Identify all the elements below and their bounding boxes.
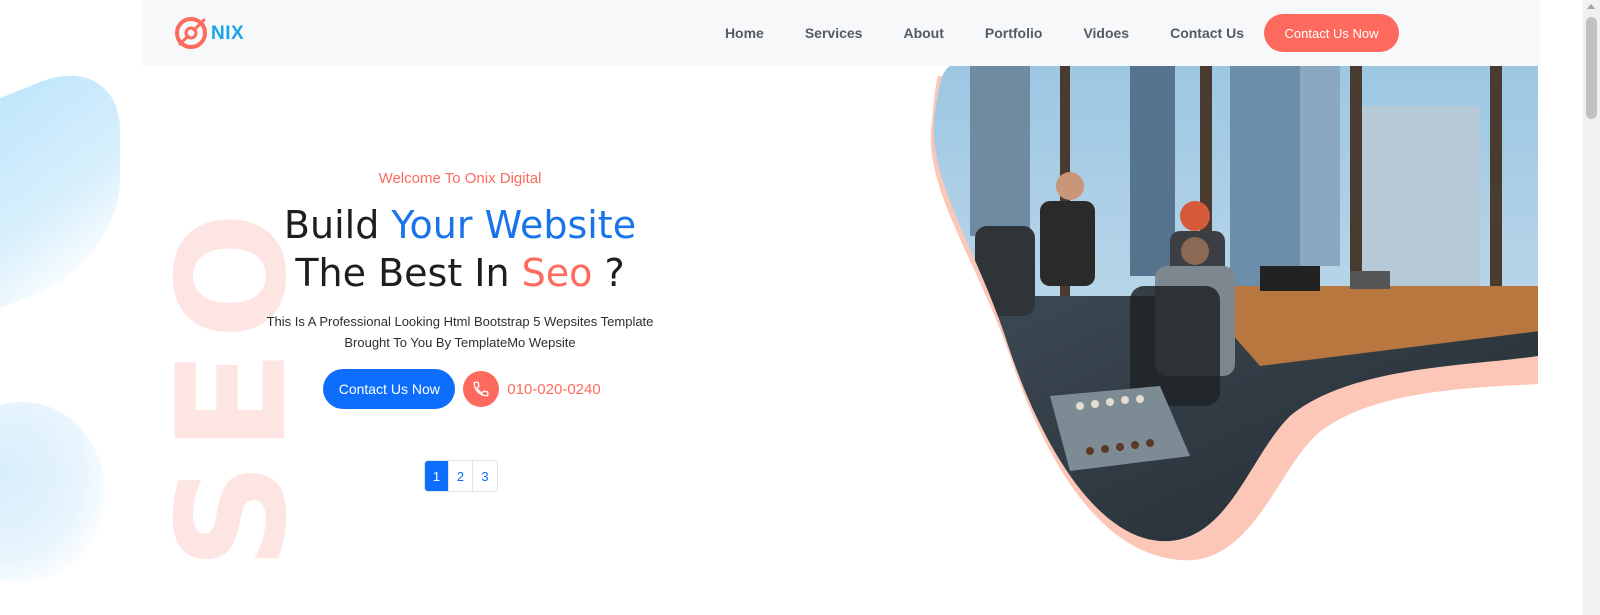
hero-description-line: This Is A Professional Looking Html Boot… — [266, 314, 654, 329]
nav-item-videos[interactable]: Vidoes — [1083, 25, 1129, 41]
header-contact-button[interactable]: Contact Us Now — [1264, 14, 1399, 52]
decorative-blob-bottom — [0, 402, 105, 582]
scroll-up-icon[interactable] — [1587, 4, 1595, 9]
nav-item-services[interactable]: Services — [805, 25, 863, 41]
phone-icon[interactable] — [463, 371, 500, 407]
decorative-blob-top — [0, 49, 120, 325]
nav-item-portfolio[interactable]: Portfolio — [985, 25, 1043, 41]
heading-highlight-blue: Your Website — [391, 203, 637, 247]
pagination-page-1[interactable]: 1 — [425, 461, 449, 491]
office-team-photo — [930, 66, 1539, 561]
hero-image — [930, 66, 1540, 566]
page-scrollbar[interactable] — [1583, 0, 1600, 615]
site-header: NIX Home Services About Portfolio Vidoes… — [142, 0, 1540, 66]
hero-description: This Is A Professional Looking Html Boot… — [200, 311, 720, 353]
hero-contact-button[interactable]: Contact Us Now — [323, 369, 456, 409]
logo-text: NIX — [211, 23, 245, 44]
heading-highlight-red: Seo — [521, 251, 593, 295]
pagination-page-3[interactable]: 3 — [473, 461, 497, 491]
heading-text: The Best In — [295, 251, 522, 295]
hero-welcome: Welcome To Onix Digital — [378, 170, 542, 187]
hero-description-line: Brought To You By TemplateMo Wepsite — [344, 335, 576, 350]
phone-glyph — [473, 381, 489, 397]
nav-item-contact[interactable]: Contact Us — [1170, 25, 1244, 41]
heading-text: ? — [592, 251, 625, 295]
nav-item-home[interactable]: Home — [725, 25, 764, 41]
hero-pagination: 1 2 3 — [424, 460, 498, 492]
logo[interactable]: NIX — [174, 16, 244, 50]
nav-item-about[interactable]: About — [903, 25, 943, 41]
main-nav: Home Services About Portfolio Vidoes Con… — [725, 0, 1244, 66]
hero-heading: Build Your Website The Best In Seo ? — [200, 201, 720, 297]
pagination-page-2[interactable]: 2 — [449, 461, 473, 491]
heading-text: Build — [283, 203, 392, 247]
hero-section: Welcome To Onix Digital Build Your Websi… — [200, 160, 720, 409]
page: SEO NIX Home Services About Portfolio Vi… — [0, 0, 1600, 615]
hero-cta-row: Contact Us Now 010-020-0240 — [200, 369, 720, 409]
logo-target-icon — [175, 17, 207, 49]
scrollbar-thumb[interactable] — [1586, 17, 1597, 119]
phone-number[interactable]: 010-020-0240 — [507, 381, 600, 398]
